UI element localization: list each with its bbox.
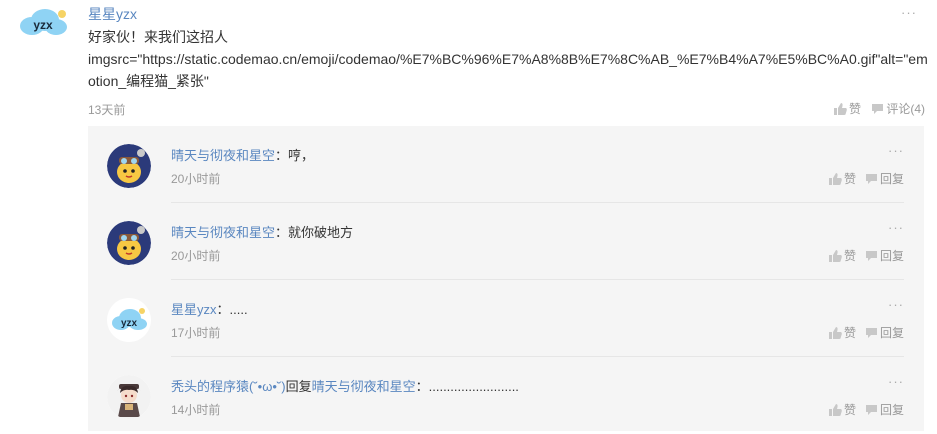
codemao-cat-avatar-icon [107,221,151,265]
reply-content: 晴天与彻夜和星空：哼， [171,148,315,163]
anime-character-avatar-icon [107,375,151,419]
comment-more-button[interactable]: ··· [901,6,917,19]
speech-bubble-icon [872,103,884,114]
reply-reply-button[interactable]: 回复 [865,324,904,341]
thumb-up-icon [833,102,847,115]
reply-more-button[interactable]: ··· [888,221,904,234]
svg-text:yzx: yzx [121,318,138,329]
comment-author[interactable]: 星星yzx [88,4,137,24]
reply-author[interactable]: 晴天与彻夜和星空 [171,148,275,163]
reply-reply-button[interactable]: 回复 [865,401,904,418]
reply-target-author[interactable]: 晴天与彻夜和星空 [312,379,416,394]
cloud-avatar-icon: yzx [107,298,151,342]
reply-content: 星星yzx：..... [171,302,248,317]
reply-like-button[interactable]: 赞 [828,247,856,264]
reply-item: yzx 星星yzx：..... 17小时前 ··· 赞 回复 [88,280,924,357]
reply-avatar[interactable] [107,375,151,419]
reply-text: 就你破地方 [288,225,354,240]
reply-like-button[interactable]: 赞 [828,170,856,187]
reply-avatar[interactable] [107,144,151,188]
reply-avatar[interactable] [107,221,151,265]
comment-text-line: 好家伙！来我们这招人 [88,29,228,45]
reply-more-button[interactable]: ··· [888,298,904,311]
comment-text-line: imgsrc="https://static.codemao.cn/emoji/… [88,51,928,89]
speech-bubble-icon [865,404,877,415]
like-label: 赞 [848,102,861,116]
thumb-up-icon [828,403,842,416]
reply-content: 秃头的程序猿(˘•ω•˘)回复晴天与彻夜和星空：................… [171,379,519,394]
comment-count-label: 评论(4) [886,102,925,116]
reply-more-button[interactable]: ··· [888,144,904,157]
reply-content: 晴天与彻夜和星空：就你破地方 [171,225,354,240]
svg-text:yzx: yzx [33,18,53,32]
reply-time: 14小时前 [171,403,221,417]
thumb-up-icon [828,249,842,262]
comment-count-button[interactable]: 评论(4) [871,100,925,117]
reply-like-button[interactable]: 赞 [828,401,856,418]
comment-body: 好家伙！来我们这招人 imgsrc="https://static.codema… [88,26,928,92]
reply-item: 晴天与彻夜和星空：哼， 20小时前 ··· 赞 回复 [88,126,924,203]
reply-like-button[interactable]: 赞 [828,324,856,341]
replies-panel: 晴天与彻夜和星空：哼， 20小时前 ··· 赞 回复 晴天与彻夜和星空：就你破地… [88,126,924,431]
reply-text: ..... [229,302,248,317]
reply-author[interactable]: 星星yzx [171,302,217,317]
thumb-up-icon [828,326,842,339]
reply-time: 20小时前 [171,249,221,263]
reply-item: 秃头的程序猿(˘•ω•˘)回复晴天与彻夜和星空：................… [88,357,924,434]
speech-bubble-icon [865,327,877,338]
reply-to-word: 回复 [285,379,312,394]
reply-author[interactable]: 秃头的程序猿(˘•ω•˘) [171,379,286,394]
reply-author[interactable]: 晴天与彻夜和星空 [171,225,275,240]
reply-reply-button[interactable]: 回复 [865,247,904,264]
thumb-up-icon [828,172,842,185]
cloud-avatar-icon: yzx [20,9,67,35]
comment-time: 13天前 [88,103,126,117]
reply-text: 哼， [288,148,315,163]
like-button[interactable]: 赞 [833,100,861,117]
reply-text: ......................... [428,379,519,394]
comment-avatar[interactable]: yzx [18,8,68,38]
speech-bubble-icon [865,250,877,261]
reply-time: 20小时前 [171,172,221,186]
reply-reply-button[interactable]: 回复 [865,170,904,187]
reply-item: 晴天与彻夜和星空：就你破地方 20小时前 ··· 赞 回复 [88,203,924,280]
reply-more-button[interactable]: ··· [888,375,904,388]
speech-bubble-icon [865,173,877,184]
codemao-cat-avatar-icon [107,144,151,188]
reply-time: 17小时前 [171,326,221,340]
reply-avatar[interactable]: yzx [107,298,151,342]
